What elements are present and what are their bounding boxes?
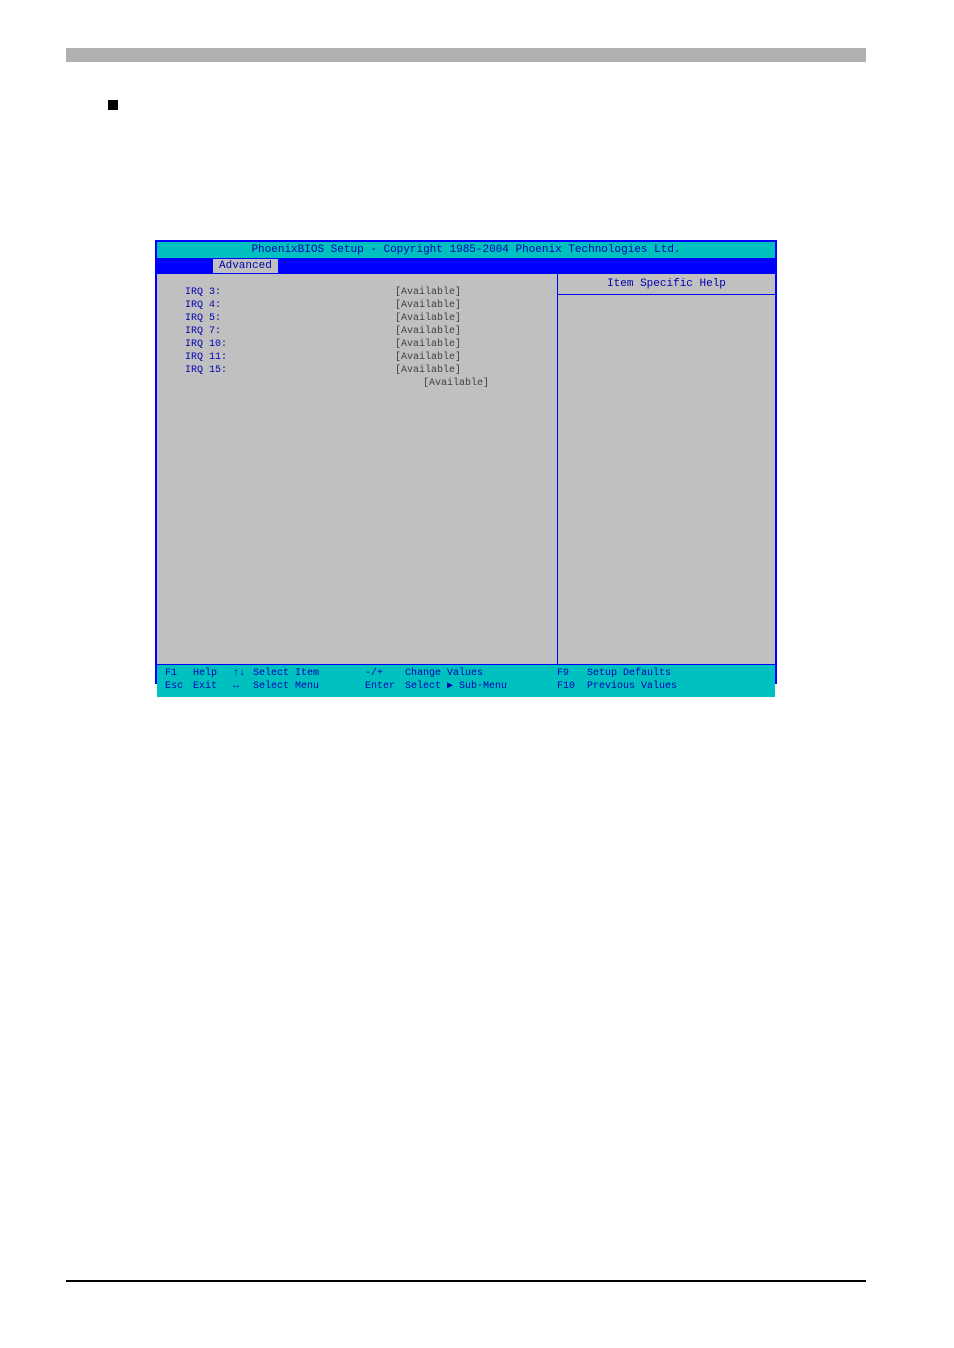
bios-settings-pane: IRQ 3: [Available] IRQ 4: [Available] IR…: [157, 274, 558, 664]
irq-row[interactable]: IRQ 11: [Available]: [185, 351, 557, 364]
footer-key-leftright: ↔: [233, 680, 253, 693]
footer-label-help: Help: [193, 667, 233, 680]
footer-label-setup-defaults: Setup Defaults: [587, 667, 767, 680]
footer-label-col: Select Item Select Menu: [253, 667, 365, 693]
irq-value[interactable]: [Available]: [395, 351, 461, 364]
irq-value[interactable]: [Available]: [395, 312, 461, 325]
footer-key-col: F1 Esc: [165, 667, 193, 693]
footer-key-f9: F9: [557, 667, 587, 680]
footer-label-col: Change Values Select ▶ Sub-Menu: [405, 667, 557, 693]
bottom-rule: [66, 1280, 866, 1282]
irq-value[interactable]: [Available]: [395, 325, 461, 338]
irq-label: IRQ 7:: [185, 325, 395, 338]
irq-row[interactable]: IRQ 3: [Available]: [185, 286, 557, 299]
irq-label: IRQ 4:: [185, 299, 395, 312]
footer-label-select-item: Select Item: [253, 667, 365, 680]
irq-row[interactable]: IRQ 10: [Available]: [185, 338, 557, 351]
footer-key-col: -/+ Enter: [365, 667, 405, 693]
irq-list: IRQ 3: [Available] IRQ 4: [Available] IR…: [157, 286, 557, 390]
footer-key-col: ↑↓ ↔: [233, 667, 253, 693]
footer-key-col: F9 F10: [557, 667, 587, 693]
square-bullet-icon: [108, 100, 118, 110]
footer-key-updown: ↑↓: [233, 667, 253, 680]
footer-key-enter: Enter: [365, 680, 405, 693]
footer-label-select-menu: Select Menu: [253, 680, 365, 693]
irq-value[interactable]: [Available]: [395, 286, 461, 299]
irq-row[interactable]: IRQ 15: [Available]: [185, 364, 557, 377]
irq-label: IRQ 10:: [185, 338, 395, 351]
footer-key-f1: F1: [165, 667, 193, 680]
irq-label: IRQ 3:: [185, 286, 395, 299]
tab-advanced[interactable]: Advanced: [213, 259, 278, 273]
bios-window: PhoenixBIOS Setup - Copyright 1985-2004 …: [155, 240, 777, 684]
irq-row[interactable]: IRQ 7: [Available]: [185, 325, 557, 338]
footer-key-esc: Esc: [165, 680, 193, 693]
irq-label: IRQ 11:: [185, 351, 395, 364]
footer-label-select-sub: Select ▶ Sub-Menu: [405, 680, 557, 693]
irq-label: IRQ 15:: [185, 364, 395, 377]
extra-value: [Available]: [185, 377, 557, 390]
bios-title: PhoenixBIOS Setup - Copyright 1985-2004 …: [157, 242, 775, 259]
bios-body: IRQ 3: [Available] IRQ 4: [Available] IR…: [157, 274, 775, 665]
irq-row[interactable]: IRQ 4: [Available]: [185, 299, 557, 312]
irq-value[interactable]: [Available]: [395, 299, 461, 312]
footer-label-exit: Exit: [193, 680, 233, 693]
footer-label-previous-values: Previous Values: [587, 680, 767, 693]
irq-value[interactable]: [Available]: [395, 338, 461, 351]
footer-label-col: Help Exit: [193, 667, 233, 693]
help-title: Item Specific Help: [558, 274, 775, 295]
footer-label-col: Setup Defaults Previous Values: [587, 667, 767, 693]
irq-label: IRQ 5:: [185, 312, 395, 325]
irq-row[interactable]: IRQ 5: [Available]: [185, 312, 557, 325]
bios-footer: F1 Esc Help Exit ↑↓ ↔ Select Item Select…: [157, 665, 775, 697]
irq-value[interactable]: [Available]: [395, 364, 461, 377]
footer-key-minusplus: -/+: [365, 667, 405, 680]
top-gray-bar: [66, 48, 866, 62]
bios-help-pane: Item Specific Help: [558, 274, 775, 664]
footer-key-f10: F10: [557, 680, 587, 693]
bios-menubar[interactable]: Advanced: [157, 259, 775, 274]
footer-label-change-values: Change Values: [405, 667, 557, 680]
